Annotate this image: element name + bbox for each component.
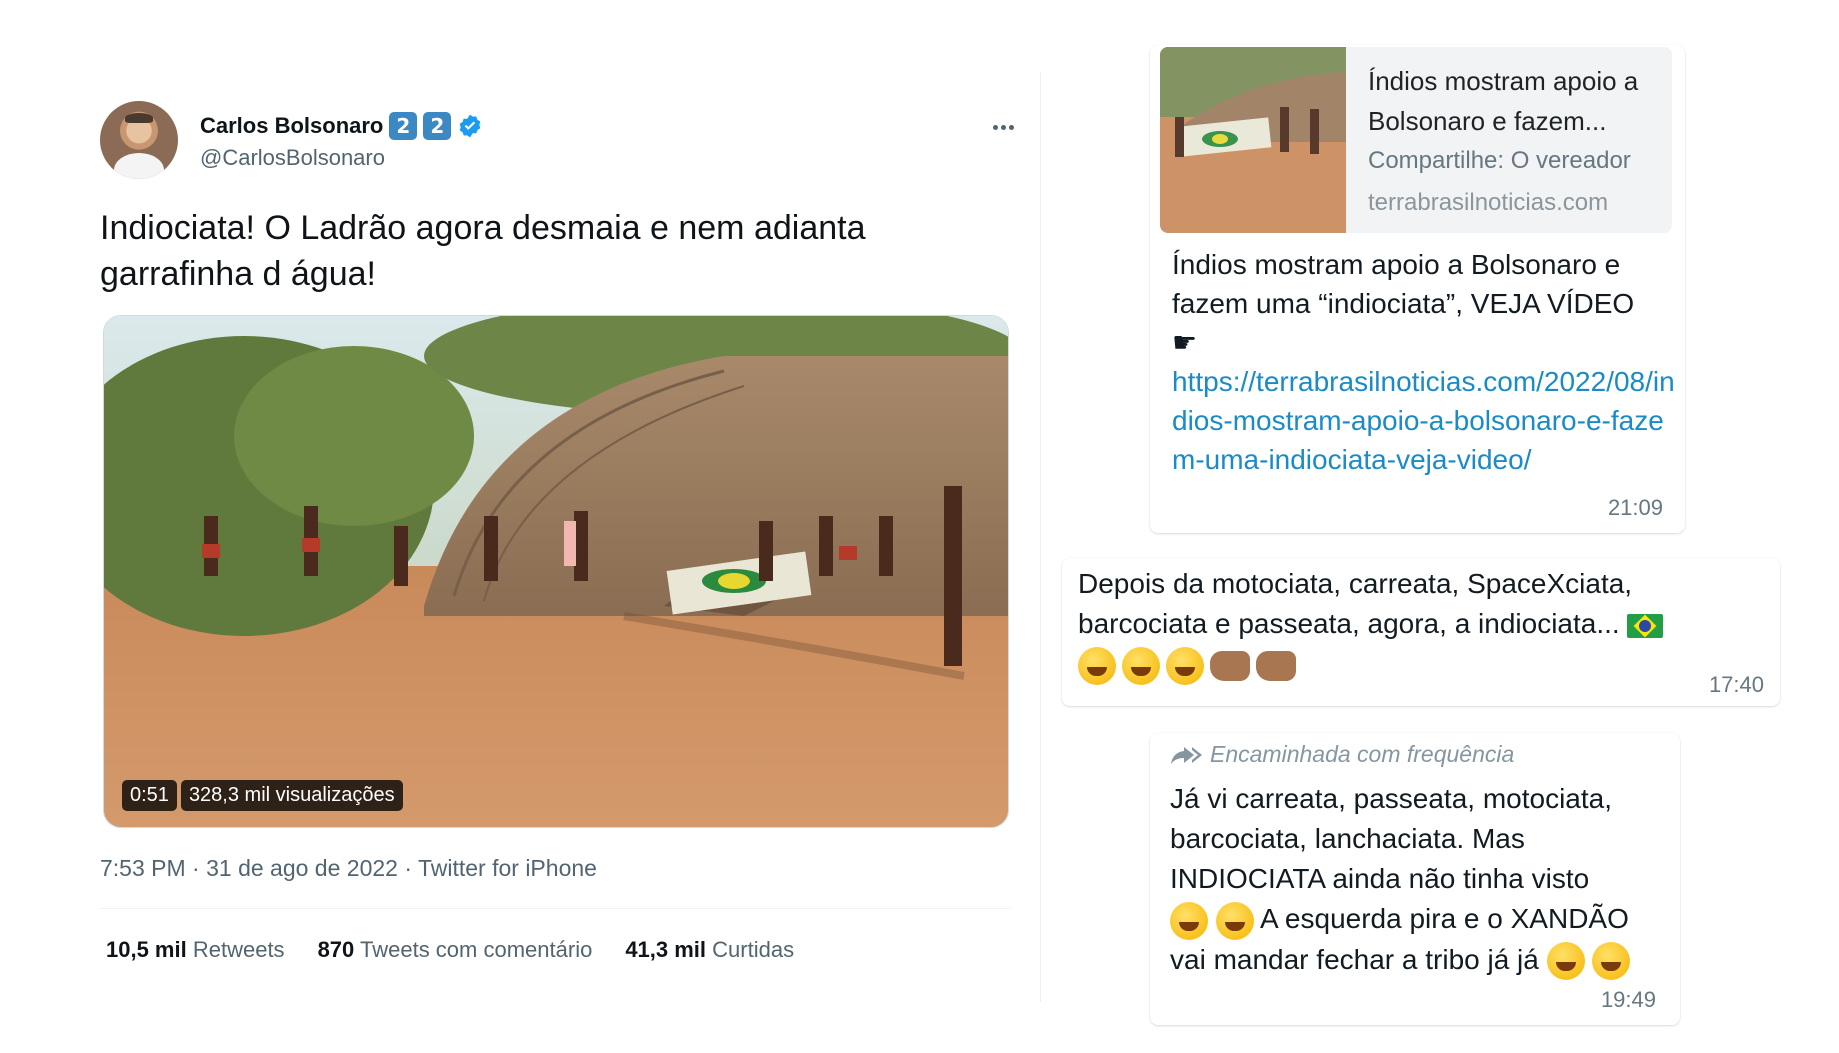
message-body: Depois da motociata, carreata, SpaceXcia… (1078, 564, 1768, 685)
panel-divider (1040, 72, 1041, 1002)
brazil-flag-icon (1627, 613, 1664, 638)
forwarded-arrows-icon (1171, 746, 1202, 764)
tweet-stats: 10,5 mil Retweets 870 Tweets com comentá… (106, 937, 794, 963)
author-name-row[interactable]: Carlos Bolsonaro 2 2 (200, 111, 483, 141)
author-display-name[interactable]: Carlos Bolsonaro (200, 113, 383, 139)
whatsapp-message-text: Depois da motociata, carreata, SpaceXcia… (1062, 558, 1780, 706)
more-options-icon[interactable] (986, 117, 1020, 137)
message-text: Índios mostram apoio a Bolsonaro e fazem… (1172, 249, 1635, 319)
message-text: Já vi carreata, passeata, motociata, bar… (1170, 783, 1612, 894)
tweet-card: Carlos Bolsonaro 2 2 @CarlosBolsonaro In… (100, 95, 1020, 995)
video-player[interactable]: 0:51 328,3 mil visualizações (103, 315, 1009, 828)
keycap-2-icon: 2 (423, 112, 452, 140)
tweet-meta[interactable]: 7:53 PM · 31 de ago de 2022 · Twitter fo… (100, 855, 597, 882)
author-handle[interactable]: @CarlosBolsonaro (200, 145, 385, 171)
rolling-laughing-face-icon (1592, 942, 1631, 981)
tears-of-joy-face-icon (1166, 646, 1204, 685)
message-body: Já vi carreata, passeata, motociata, bar… (1170, 779, 1670, 981)
quote-tweets-stat[interactable]: 870 Tweets com comentário (318, 937, 593, 963)
keycap-2-icon: 2 (389, 112, 418, 140)
video-duration: 0:51 (122, 780, 177, 811)
message-time: 17:40 (1708, 672, 1764, 697)
tweet-text: Indiociata! O Ladrão agora desmaia e nem… (100, 209, 866, 293)
link-preview-card[interactable]: Índios mostram apoio a Bolsonaro e fazem… (1160, 47, 1672, 233)
avatar[interactable] (100, 101, 178, 179)
verified-badge-icon (457, 113, 483, 139)
likes-stat[interactable]: 41,3 mil Curtidas (625, 937, 794, 963)
video-thumbnail (104, 316, 1008, 827)
video-views: 328,3 mil visualizações (180, 780, 403, 811)
left-fist-icon (1210, 650, 1250, 681)
right-fist-icon (1256, 650, 1296, 681)
message-body: Índios mostram apoio a Bolsonaro e fazem… (1172, 245, 1677, 479)
hand-over-mouth-face-icon (1170, 901, 1208, 940)
link-preview-description: Compartilhe: O vereador (1368, 147, 1631, 174)
rolling-laughing-face-icon (1546, 942, 1585, 981)
emoji-row (1078, 646, 1296, 685)
retweets-stat[interactable]: 10,5 mil Retweets (106, 937, 285, 963)
grinning-face-icon (1078, 646, 1116, 685)
tweet-header: Carlos Bolsonaro 2 2 @CarlosBolsonaro (100, 101, 1020, 181)
hand-over-mouth-face-icon (1215, 901, 1254, 940)
article-link[interactable]: https://terrabrasilnoticias.com/2022/08/… (1172, 366, 1675, 475)
pointing-hand-icon: ☛ (1172, 327, 1198, 358)
whatsapp-message-forwarded: Encaminhada com frequência Já vi carreat… (1150, 733, 1680, 1025)
message-text: Depois da motociata, carreata, SpaceXcia… (1078, 568, 1633, 639)
link-preview-title: Índios mostram apoio a Bolsonaro e fazem… (1368, 66, 1639, 136)
divider (100, 908, 1010, 909)
forwarded-label: Encaminhada com frequência (1170, 741, 1514, 768)
message-time: 19:49 (1600, 987, 1656, 1012)
video-overlay: 0:51 328,3 mil visualizações (122, 780, 403, 811)
link-preview-domain: terrabrasilnoticias.com (1368, 189, 1609, 216)
link-preview-thumbnail (1160, 47, 1346, 233)
grinning-sweat-face-icon (1122, 646, 1160, 685)
whatsapp-message-link: Índios mostram apoio a Bolsonaro e fazem… (1150, 45, 1685, 533)
message-time: 21:09 (1607, 495, 1663, 520)
